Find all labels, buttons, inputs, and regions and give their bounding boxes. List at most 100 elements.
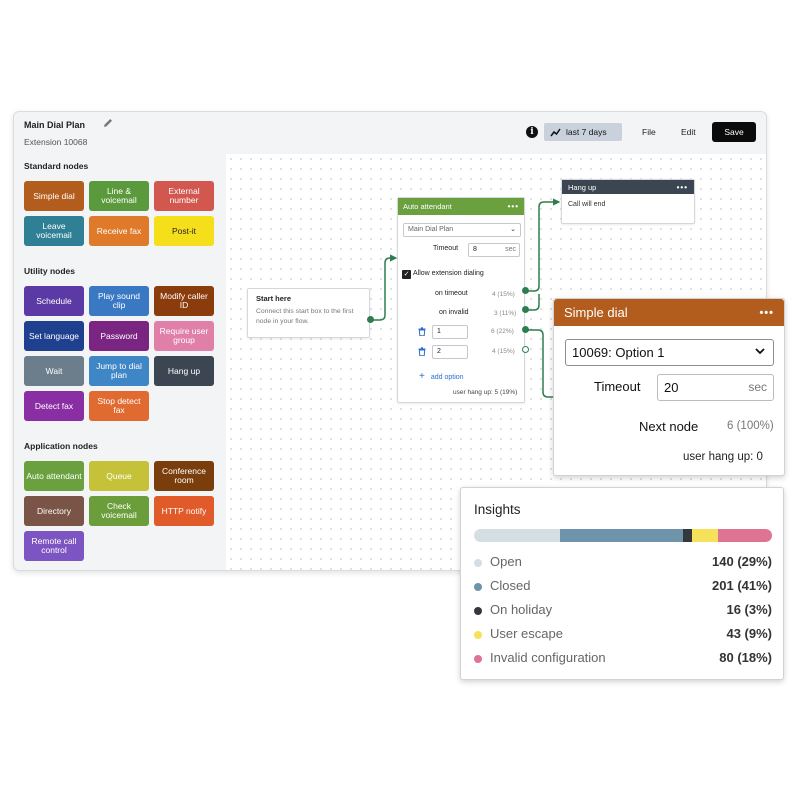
insights-bar-segment (560, 529, 683, 542)
date-range-button[interactable]: last 7 days (544, 123, 622, 141)
timeout-unit: sec (505, 246, 516, 253)
timeout-input[interactable]: 8 sec (468, 243, 520, 257)
palette-node-simple-dial[interactable]: Simple dial (24, 181, 84, 211)
top-bar: Main Dial Plan Extension 10068 i last 7 … (14, 112, 766, 154)
wire-start-to-auto-attendant (370, 254, 398, 321)
user-escape-dot (474, 631, 482, 639)
simple-dial-timeout-value: 20 (664, 380, 679, 395)
simple-dial-timeout-input[interactable]: 20 sec (657, 374, 774, 401)
palette-node-password[interactable]: Password (89, 321, 149, 351)
insights-panel: Insights Open 140 (29%) Closed 201 (41%)… (460, 487, 784, 680)
palette-node-jump-to-dial-plan[interactable]: Jump to dial plan (89, 356, 149, 386)
allow-extension-checkbox[interactable]: ✓ (402, 270, 411, 279)
insights-value: 201 (41%) (712, 578, 772, 593)
trash-icon[interactable] (418, 327, 426, 336)
insights-label: On holiday (490, 602, 553, 617)
on-invalid-label: on invalid (439, 309, 469, 316)
insights-row-on-holiday: On holiday 16 (3%) (474, 602, 772, 620)
palette-node-http-notify[interactable]: HTTP notify (154, 496, 214, 526)
wire-timeout-to-hang-up (526, 198, 561, 292)
simple-dial-node[interactable]: Simple dial ••• 10069: Option 1 Timeout … (553, 298, 785, 476)
palette-node-external-number[interactable]: External number (154, 181, 214, 211)
add-option-label: add option (430, 374, 464, 381)
utility-nodes-title: Utility nodes (24, 266, 76, 276)
insights-bar-segment (682, 529, 692, 542)
on-holiday-dot (474, 607, 482, 615)
auto-attendant-node[interactable]: Auto attendant ••• Main Dial Plan ⌄ Time… (397, 197, 525, 403)
more-dots-icon[interactable]: ••• (677, 183, 688, 192)
option-1-input[interactable]: 1 (432, 325, 468, 339)
invalid-configuration-dot (474, 655, 482, 663)
palette-node-line-voicemail[interactable]: Line & voicemail (89, 181, 149, 211)
insights-row-user-escape: User escape 43 (9%) (474, 626, 772, 644)
allow-extension-label: Allow extension dialing (413, 270, 484, 277)
auto-attendant-select-value: Main Dial Plan (408, 226, 454, 233)
palette-node-stop-detect-fax[interactable]: Stop detect fax (89, 391, 149, 421)
auto-attendant-title: Auto attendant (403, 202, 452, 211)
chevron-down-icon (755, 348, 765, 355)
start-node[interactable]: Start here Connect this start box to the… (247, 288, 370, 338)
edit-menu[interactable]: Edit (681, 127, 696, 137)
insights-label: User escape (490, 626, 563, 641)
start-output-port[interactable] (367, 316, 374, 323)
start-node-description: Connect this start box to the first node… (256, 308, 354, 325)
palette-node-require-user-group[interactable]: Require user group (154, 321, 214, 351)
insights-label: Invalid configuration (490, 650, 606, 665)
palette-node-play-sound-clip[interactable]: Play sound clip (89, 286, 149, 316)
page-title: Main Dial Plan (24, 120, 86, 130)
palette-node-modify-caller-id[interactable]: Modify caller ID (154, 286, 214, 316)
closed-dot (474, 583, 482, 591)
insights-stacked-bar (474, 529, 772, 542)
info-icon[interactable]: i (526, 126, 538, 138)
insights-title: Insights (474, 502, 521, 517)
insights-row-open: Open 140 (29%) (474, 554, 772, 572)
palette-node-remote-call-control[interactable]: Remote call control (24, 531, 84, 561)
start-node-title: Start here (256, 294, 292, 303)
option-1-stat: 6 (22%) (491, 328, 514, 335)
trash-icon[interactable] (418, 347, 426, 356)
palette-node-auto-attendant[interactable]: Auto attendant (24, 461, 84, 491)
save-button[interactable]: Save (712, 122, 756, 142)
auto-attendant-dial-plan-select[interactable]: Main Dial Plan ⌄ (403, 223, 521, 237)
palette-node-post-it[interactable]: Post-it (154, 216, 214, 246)
option-2-stat: 4 (15%) (492, 348, 515, 355)
insights-label: Closed (490, 578, 531, 593)
option-1-port[interactable] (522, 326, 529, 333)
palette-node-hang-up[interactable]: Hang up (154, 356, 214, 386)
simple-dial-header: Simple dial ••• (554, 299, 784, 326)
on-timeout-port[interactable] (522, 287, 529, 294)
palette-node-queue[interactable]: Queue (89, 461, 149, 491)
option-2-port[interactable] (522, 346, 529, 353)
next-node-stat: 6 (100%) (727, 420, 774, 432)
pencil-icon[interactable] (102, 117, 114, 129)
palette-node-detect-fax[interactable]: Detect fax (24, 391, 84, 421)
option-2-input[interactable]: 2 (432, 345, 468, 359)
palette-node-check-voicemail[interactable]: Check voicemail (89, 496, 149, 526)
more-dots-icon[interactable]: ••• (759, 307, 774, 319)
palette-node-conference-room[interactable]: Conference room (154, 461, 214, 491)
insights-value: 16 (3%) (726, 602, 772, 617)
more-dots-icon[interactable]: ••• (508, 202, 519, 211)
simple-dial-target-select[interactable]: 10069: Option 1 (565, 339, 774, 366)
insights-value: 80 (18%) (719, 650, 772, 665)
standard-nodes-title: Standard nodes (24, 161, 89, 171)
palette-node-receive-fax[interactable]: Receive fax (89, 216, 149, 246)
palette-node-wait[interactable]: Wait (24, 356, 84, 386)
insights-row-invalid-configuration: Invalid configuration 80 (18%) (474, 650, 772, 668)
palette-node-schedule[interactable]: Schedule (24, 286, 84, 316)
palette-node-set-language[interactable]: Set language (24, 321, 84, 351)
file-menu[interactable]: File (642, 127, 656, 137)
simple-dial-select-value: 10069: Option 1 (572, 345, 665, 360)
insights-value: 43 (9%) (726, 626, 772, 641)
plus-icon: + (419, 371, 425, 382)
simple-dial-hang-up-stat: user hang up: 0 (683, 451, 763, 463)
hang-up-node[interactable]: Hang up ••• Call will end (561, 179, 695, 224)
hang-up-header: Hang up ••• (562, 180, 694, 194)
page-subtitle: Extension 10068 (24, 137, 88, 147)
on-invalid-port[interactable] (522, 306, 529, 313)
add-option-button[interactable]: + add option (419, 371, 464, 382)
insights-value: 140 (29%) (712, 554, 772, 569)
palette-node-leave-voicemail[interactable]: Leave voicemail (24, 216, 84, 246)
insights-row-closed: Closed 201 (41%) (474, 578, 772, 596)
palette-node-directory[interactable]: Directory (24, 496, 84, 526)
